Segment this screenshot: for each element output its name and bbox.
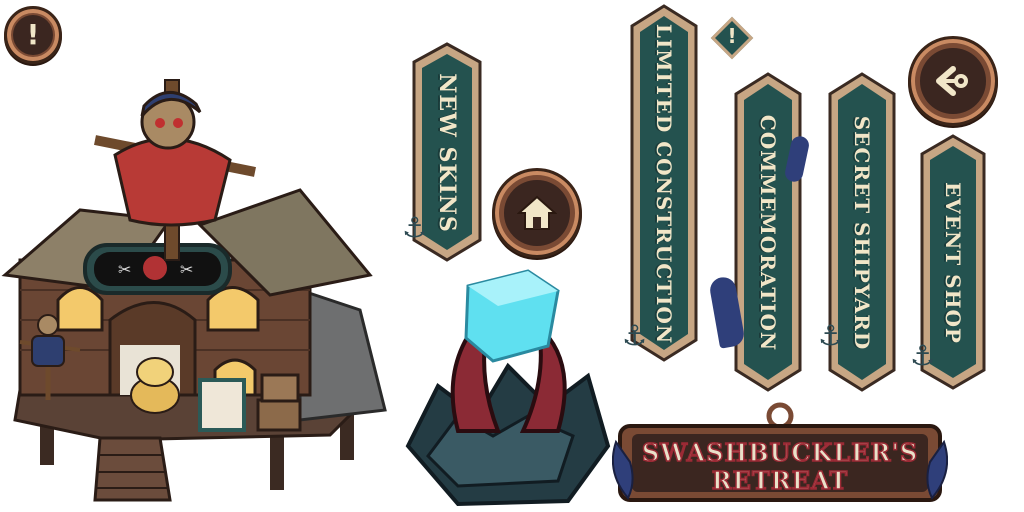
commemoration-label: COMMEMORATION (756, 114, 780, 352)
anchor-icon: ⚓ (622, 319, 648, 352)
secret-shipyard-label: SECRET SHIPYARD (850, 115, 874, 351)
back-button[interactable] (908, 36, 998, 126)
crystal-claw-illustration (405, 269, 611, 507)
alert-diamond-button[interactable]: ! (710, 16, 754, 60)
limited-construction-label: LIMITED CONSTRUCTION (652, 23, 676, 345)
svg-text:✂: ✂ (118, 260, 131, 279)
exclamation-icon: ! (12, 14, 54, 56)
anchor-back-icon (920, 48, 986, 114)
home-icon (504, 180, 570, 246)
sign-title-line1: SWASHBUCKLER'S (641, 437, 919, 468)
event-shop-banner[interactable]: EVENT SHOP ⚓ (910, 134, 988, 392)
event-shop-label: EVENT SHOP (941, 182, 965, 344)
home-button[interactable] (492, 168, 582, 258)
sign-title-line2: RETREAT (711, 465, 849, 496)
anchor-icon: ⚓ (818, 319, 844, 352)
new-skins-banner[interactable]: NEW SKINS ⚓ (402, 42, 484, 264)
limited-construction-banner[interactable]: LIMITED CONSTRUCTION ⚓ (622, 4, 700, 364)
new-skins-label: NEW SKINS (434, 73, 460, 233)
alert-button[interactable]: ! (4, 6, 62, 64)
svg-text:✂: ✂ (180, 260, 193, 279)
anchor-icon: ⚓ (402, 211, 428, 244)
tailor-shop-illustration: ✂ ✂ (1, 79, 387, 502)
secret-shipyard-banner[interactable]: SECRET SHIPYARD ⚓ (818, 72, 898, 394)
commemoration-banner[interactable]: COMMEMORATION (708, 72, 811, 394)
swashbucklers-retreat-sign: SWASHBUCKLER'S RETREAT (612, 402, 948, 508)
anchor-icon: ⚓ (910, 339, 936, 372)
